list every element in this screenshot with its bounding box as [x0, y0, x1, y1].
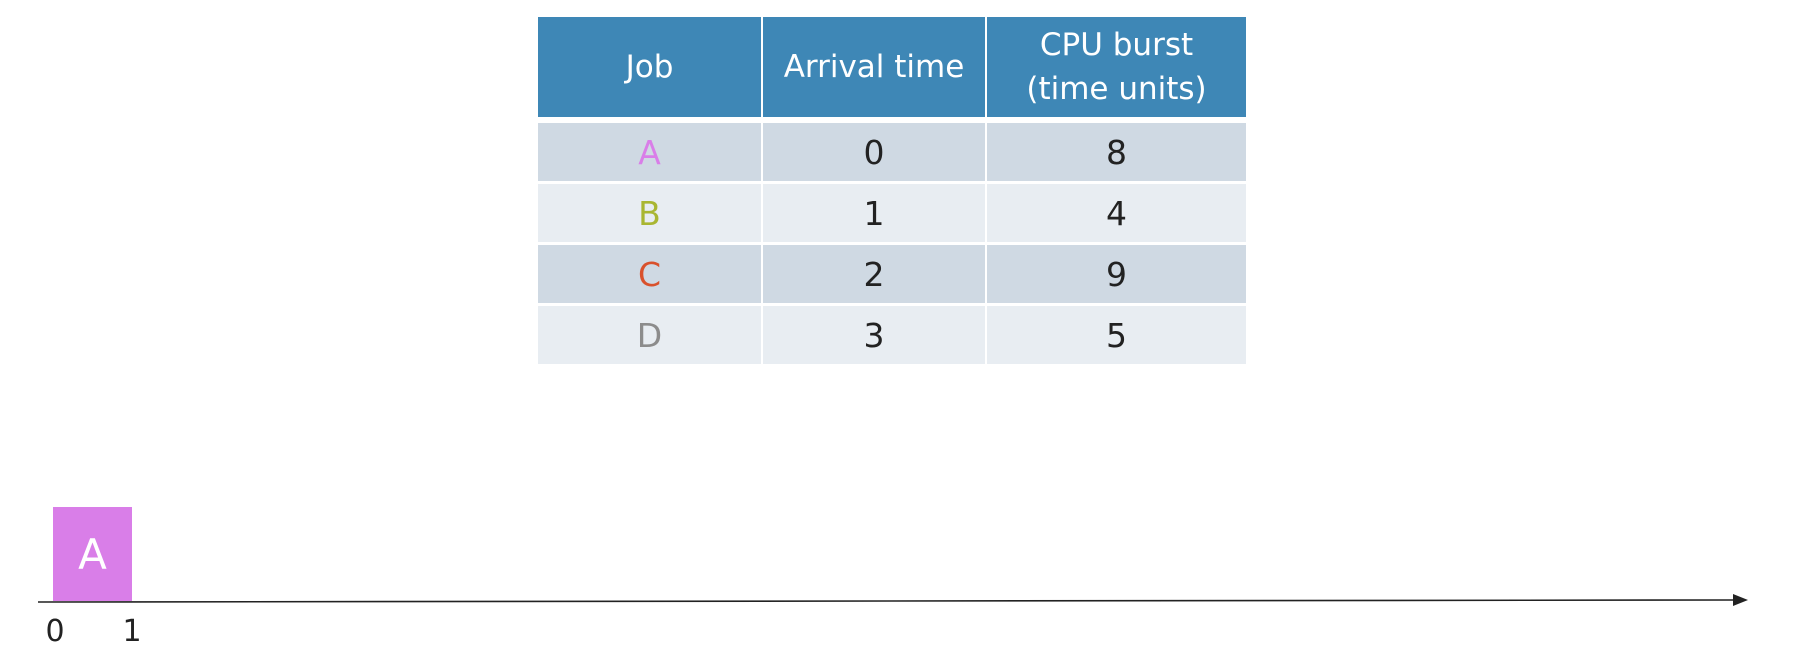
axis-arrow-icon — [1733, 594, 1748, 606]
gantt-ticks: 01 — [45, 614, 141, 649]
gantt-block-label: A — [78, 530, 107, 579]
time-tick-label: 0 — [45, 614, 64, 649]
gantt-blocks: A — [53, 507, 132, 601]
time-axis — [37, 599, 1736, 603]
gantt-timeline: A 01 — [37, 507, 1748, 649]
time-tick-label: 1 — [122, 614, 141, 649]
